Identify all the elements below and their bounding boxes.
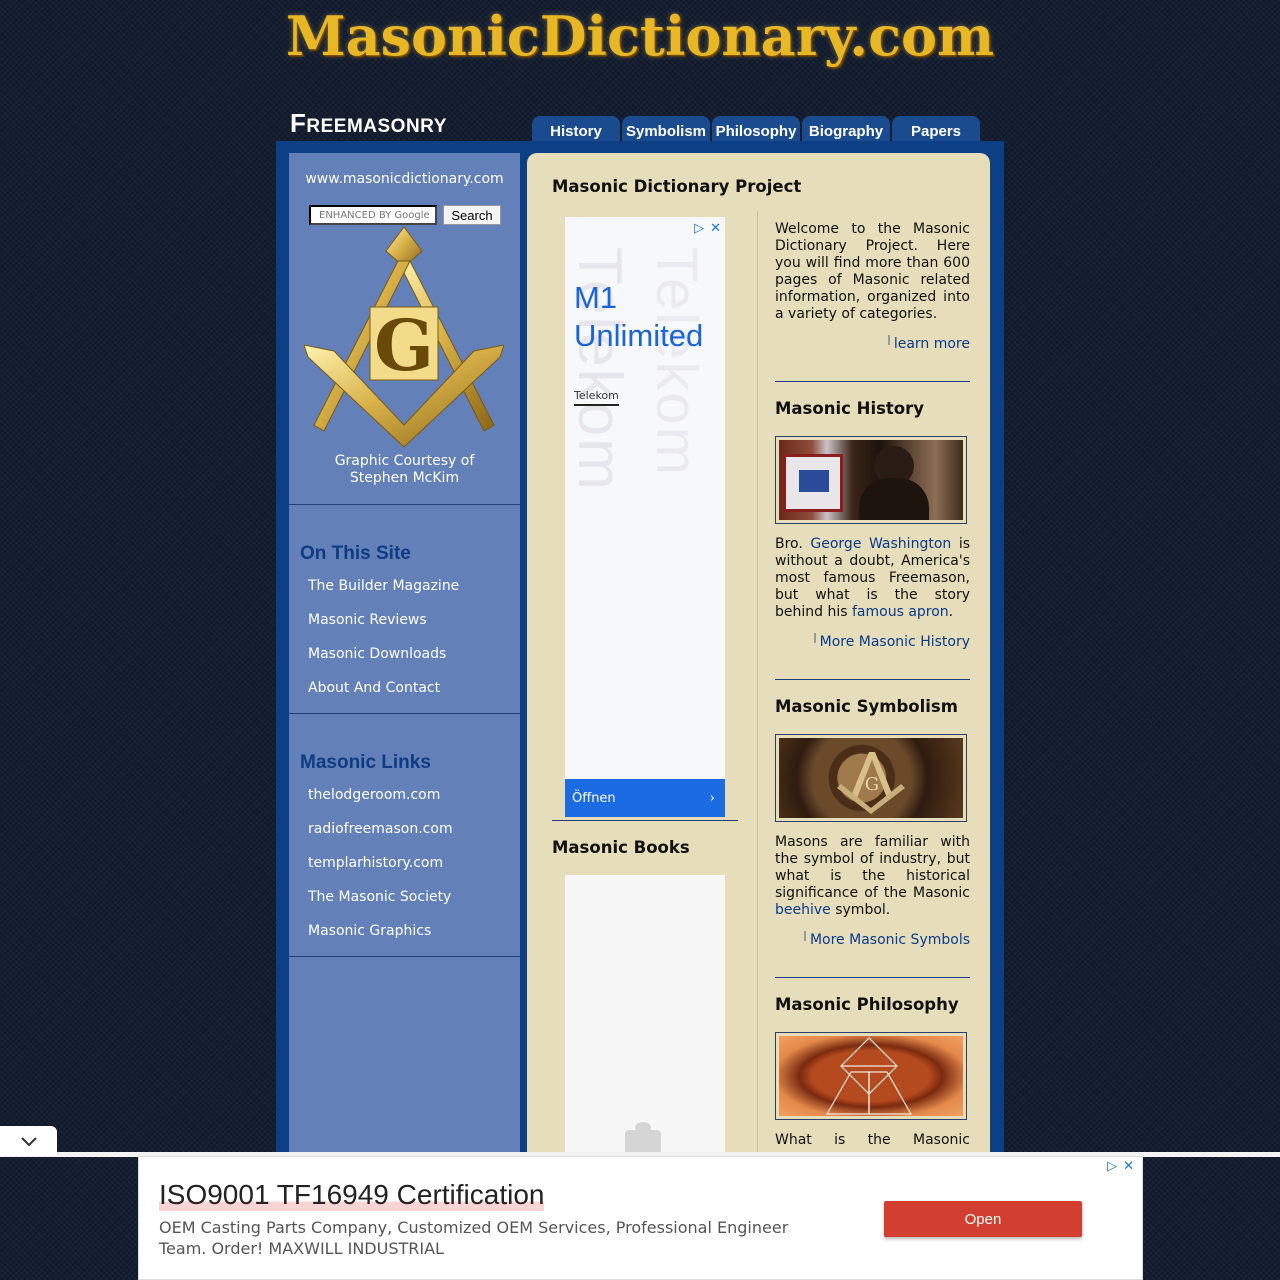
masonic-links-list: thelodgeroom.com radiofreemason.com temp… bbox=[308, 785, 453, 955]
svg-text:G: G bbox=[865, 774, 879, 795]
divider bbox=[289, 504, 520, 505]
search-button[interactable]: Search bbox=[443, 205, 501, 225]
square-and-compass-icon: G bbox=[837, 752, 905, 814]
sidebar: www.masonicdictionary.com Search G Graph… bbox=[289, 153, 520, 1163]
ad-open-button[interactable]: Öffnen › bbox=[565, 779, 725, 817]
symbolism-text: Masons are familiar with the symbol of i… bbox=[775, 834, 970, 918]
collapse-ad-button[interactable] bbox=[0, 1126, 57, 1156]
masonic-philosophy-heading: Masonic Philosophy bbox=[775, 995, 959, 1014]
link-thelodgeroom[interactable]: thelodgeroom.com bbox=[308, 785, 453, 819]
tab-philosophy[interactable]: Philosophy bbox=[712, 116, 800, 144]
divider bbox=[289, 713, 520, 714]
sidebar-item-builder-magazine[interactable]: The Builder Magazine bbox=[308, 576, 459, 610]
vertical-ad-banner[interactable]: Telekom Telekom ▷ ✕ M1 Unlimited Telekom … bbox=[565, 217, 725, 817]
ad-open-button[interactable]: Open bbox=[884, 1201, 1082, 1237]
welcome-text: Welcome to the Masonic Dictionary Projec… bbox=[775, 221, 970, 322]
tab-papers[interactable]: Papers bbox=[892, 116, 980, 144]
famous-apron-link[interactable]: famous apron bbox=[852, 604, 949, 620]
link-radiofreemason[interactable]: radiofreemason.com bbox=[308, 819, 453, 853]
divider bbox=[775, 381, 970, 382]
masonic-history-heading: Masonic History bbox=[775, 399, 925, 418]
sidebar-item-masonic-downloads[interactable]: Masonic Downloads bbox=[308, 644, 459, 678]
search-form: Search bbox=[309, 205, 501, 225]
geometry-diagram-icon bbox=[825, 1037, 913, 1115]
welcome-section: Welcome to the Masonic Dictionary Projec… bbox=[775, 221, 970, 323]
beehive-link[interactable]: beehive bbox=[775, 902, 831, 918]
close-icon[interactable]: ✕ bbox=[1123, 1159, 1134, 1174]
sidebar-item-masonic-reviews[interactable]: Masonic Reviews bbox=[308, 610, 459, 644]
link-masonic-graphics[interactable]: Masonic Graphics bbox=[308, 921, 453, 955]
ad-description: OEM Casting Parts Company, Customized OE… bbox=[159, 1218, 789, 1258]
masonic-links-heading: Masonic Links bbox=[300, 752, 431, 773]
more-history-link[interactable]: More Masonic History bbox=[813, 633, 970, 650]
close-icon[interactable]: ✕ bbox=[710, 221, 721, 236]
tab-biography[interactable]: Biography bbox=[802, 116, 890, 144]
more-symbols-link[interactable]: More Masonic Symbols bbox=[803, 931, 970, 948]
tab-history[interactable]: History bbox=[532, 116, 620, 144]
history-text: Bro. George Washington is without a doub… bbox=[775, 536, 971, 620]
ad-brand: Telekom bbox=[574, 389, 619, 406]
ad-choices[interactable]: ▷ ✕ bbox=[1107, 1159, 1134, 1174]
learn-more-row: learn more bbox=[775, 335, 970, 355]
ad-headline[interactable]: ISO9001 TF16949 Certification bbox=[159, 1179, 545, 1211]
svg-text:G: G bbox=[374, 304, 434, 387]
washington-apron-image[interactable] bbox=[775, 436, 967, 524]
on-this-site-heading: On This Site bbox=[300, 543, 411, 564]
brand-freemasonry: FREEMASONRY bbox=[290, 108, 447, 138]
square-compass-pin-image[interactable]: G bbox=[775, 734, 967, 822]
chevron-down-icon bbox=[20, 1137, 37, 1147]
ad-headline: M1 Unlimited bbox=[574, 280, 704, 353]
divider bbox=[775, 977, 970, 978]
link-masonic-society[interactable]: The Masonic Society bbox=[308, 887, 453, 921]
philosophy-text: What is the Masonic bbox=[775, 1132, 970, 1148]
site-logo[interactable]: MasonicDictionary.com bbox=[0, 4, 1280, 68]
divider bbox=[552, 820, 738, 821]
square-and-compass-icon: G bbox=[304, 226, 504, 448]
learn-more-link[interactable]: learn more bbox=[887, 335, 970, 352]
main-nav-tabs: History Symbolism Philosophy Biography P… bbox=[532, 116, 980, 144]
main-content: Masonic Dictionary Project Telekom Telek… bbox=[527, 153, 990, 1165]
ad-choices[interactable]: ▷ ✕ bbox=[694, 221, 721, 236]
graphic-credit: Graphic Courtesy of Stephen McKim bbox=[334, 453, 475, 486]
tab-symbolism[interactable]: Symbolism bbox=[622, 116, 710, 144]
ad-placeholder bbox=[565, 875, 725, 1165]
site-url[interactable]: www.masonicdictionary.com bbox=[289, 171, 520, 187]
ad-info-icon[interactable]: ▷ bbox=[1107, 1159, 1117, 1174]
divider bbox=[775, 679, 970, 680]
divider bbox=[289, 956, 520, 957]
column-divider bbox=[757, 211, 758, 1161]
link-templarhistory[interactable]: templarhistory.com bbox=[308, 853, 453, 887]
bottom-banner-ad[interactable]: ▷ ✕ ISO9001 TF16949 Certification OEM Cas… bbox=[138, 1156, 1143, 1280]
ad-info-icon[interactable]: ▷ bbox=[694, 221, 704, 236]
euclid-47th-problem-image[interactable] bbox=[775, 1032, 967, 1120]
on-this-site-list: The Builder Magazine Masonic Reviews Mas… bbox=[308, 576, 459, 712]
sidebar-item-about-contact[interactable]: About And Contact bbox=[308, 678, 459, 712]
masonic-symbolism-heading: Masonic Symbolism bbox=[775, 697, 958, 716]
masonic-books-heading: Masonic Books bbox=[552, 838, 690, 857]
page-title: Masonic Dictionary Project bbox=[552, 177, 802, 196]
more-symbols-row: More Masonic Symbols bbox=[775, 931, 970, 951]
chevron-right-icon: › bbox=[709, 790, 715, 806]
search-input[interactable] bbox=[309, 205, 437, 225]
george-washington-link[interactable]: George Washington bbox=[810, 536, 951, 552]
more-history-row: More Masonic History bbox=[775, 633, 970, 653]
